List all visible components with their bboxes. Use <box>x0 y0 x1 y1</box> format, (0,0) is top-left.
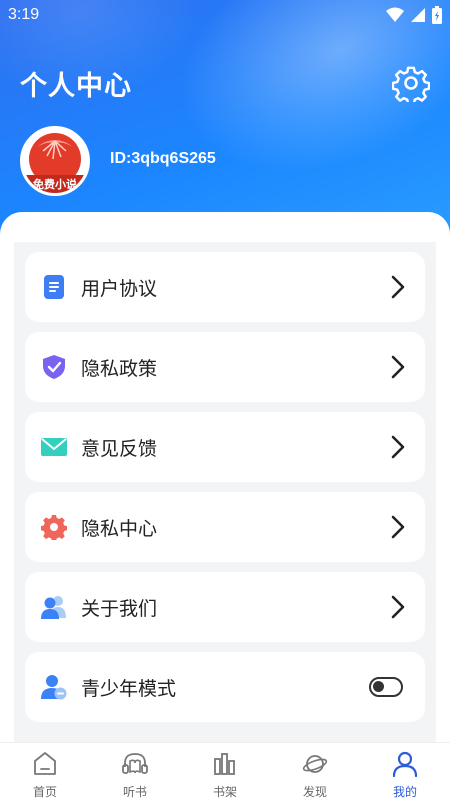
shield-check-icon <box>43 355 65 379</box>
person-icon <box>392 751 418 777</box>
page-title: 个人中心 <box>20 71 132 102</box>
tab-label: 首页 <box>32 785 57 799</box>
avatar[interactable]: 免费小说 <box>20 126 90 196</box>
signal-icon <box>411 8 425 22</box>
document-icon <box>44 275 64 299</box>
tab-label: 我的 <box>392 785 417 799</box>
users-icon <box>41 596 66 619</box>
menu-item-label: 用户协议 <box>81 278 158 300</box>
battery-icon <box>432 6 442 24</box>
gear-icon <box>41 515 67 540</box>
menu-item-user-agreement[interactable]: 用户协议 <box>25 252 425 322</box>
envelope-icon <box>41 438 67 456</box>
avatar-text: 免费小说 <box>33 177 77 191</box>
menu-item-feedback[interactable]: 意见反馈 <box>25 412 425 482</box>
chevron-right-icon <box>391 515 405 539</box>
headphone-book-icon <box>122 753 148 774</box>
tab-listen[interactable]: 听书 <box>90 743 180 800</box>
menu-item-label: 隐私中心 <box>81 518 158 540</box>
menu-item-privacy-center[interactable]: 隐私中心 <box>25 492 425 562</box>
tab-label: 书架 <box>212 785 237 799</box>
tab-discover[interactable]: 发现 <box>270 743 360 800</box>
status-time: 3:19 <box>8 6 40 23</box>
wifi-icon <box>386 7 404 22</box>
bookshelf-icon <box>214 753 235 775</box>
status-icons <box>386 6 442 24</box>
home-icon <box>34 752 56 775</box>
menu-panel: 用户协议 隐私政策 意见反馈 隐私中心 关于我们 青少年模式 <box>14 242 436 742</box>
tab-label: 听书 <box>122 785 147 799</box>
teen-mode-toggle[interactable] <box>369 677 403 697</box>
menu-item-teen-mode[interactable]: 青少年模式 <box>25 652 425 722</box>
menu-item-privacy-policy[interactable]: 隐私政策 <box>25 332 425 402</box>
chevron-right-icon <box>391 355 405 379</box>
tomato-logo: 免费小说 <box>23 129 87 193</box>
tab-bookshelf[interactable]: 书架 <box>180 743 270 800</box>
toggle-knob <box>373 681 384 692</box>
menu-item-label: 意见反馈 <box>81 438 158 460</box>
tab-mine[interactable]: 我的 <box>360 743 450 800</box>
content-sheet: 用户协议 隐私政策 意见反馈 隐私中心 关于我们 青少年模式 <box>0 212 450 742</box>
menu-item-label: 隐私政策 <box>81 358 158 380</box>
user-id: ID:3qbq6S265 <box>110 150 216 167</box>
tab-home[interactable]: 首页 <box>0 743 90 800</box>
planet-icon <box>302 755 328 773</box>
settings-button[interactable] <box>392 64 430 102</box>
user-minus-icon <box>41 675 67 700</box>
tab-label: 发现 <box>302 785 327 799</box>
bottom-tab-bar: 首页 听书 书架 发现 我的 <box>0 742 450 800</box>
chevron-right-icon <box>391 595 405 619</box>
chevron-right-icon <box>391 275 405 299</box>
gear-icon <box>392 66 430 102</box>
menu-item-about-us[interactable]: 关于我们 <box>25 572 425 642</box>
chevron-right-icon <box>391 435 405 459</box>
menu-item-label: 青少年模式 <box>81 678 177 700</box>
status-bar: 3:19 <box>0 0 450 30</box>
menu-item-label: 关于我们 <box>81 598 158 620</box>
